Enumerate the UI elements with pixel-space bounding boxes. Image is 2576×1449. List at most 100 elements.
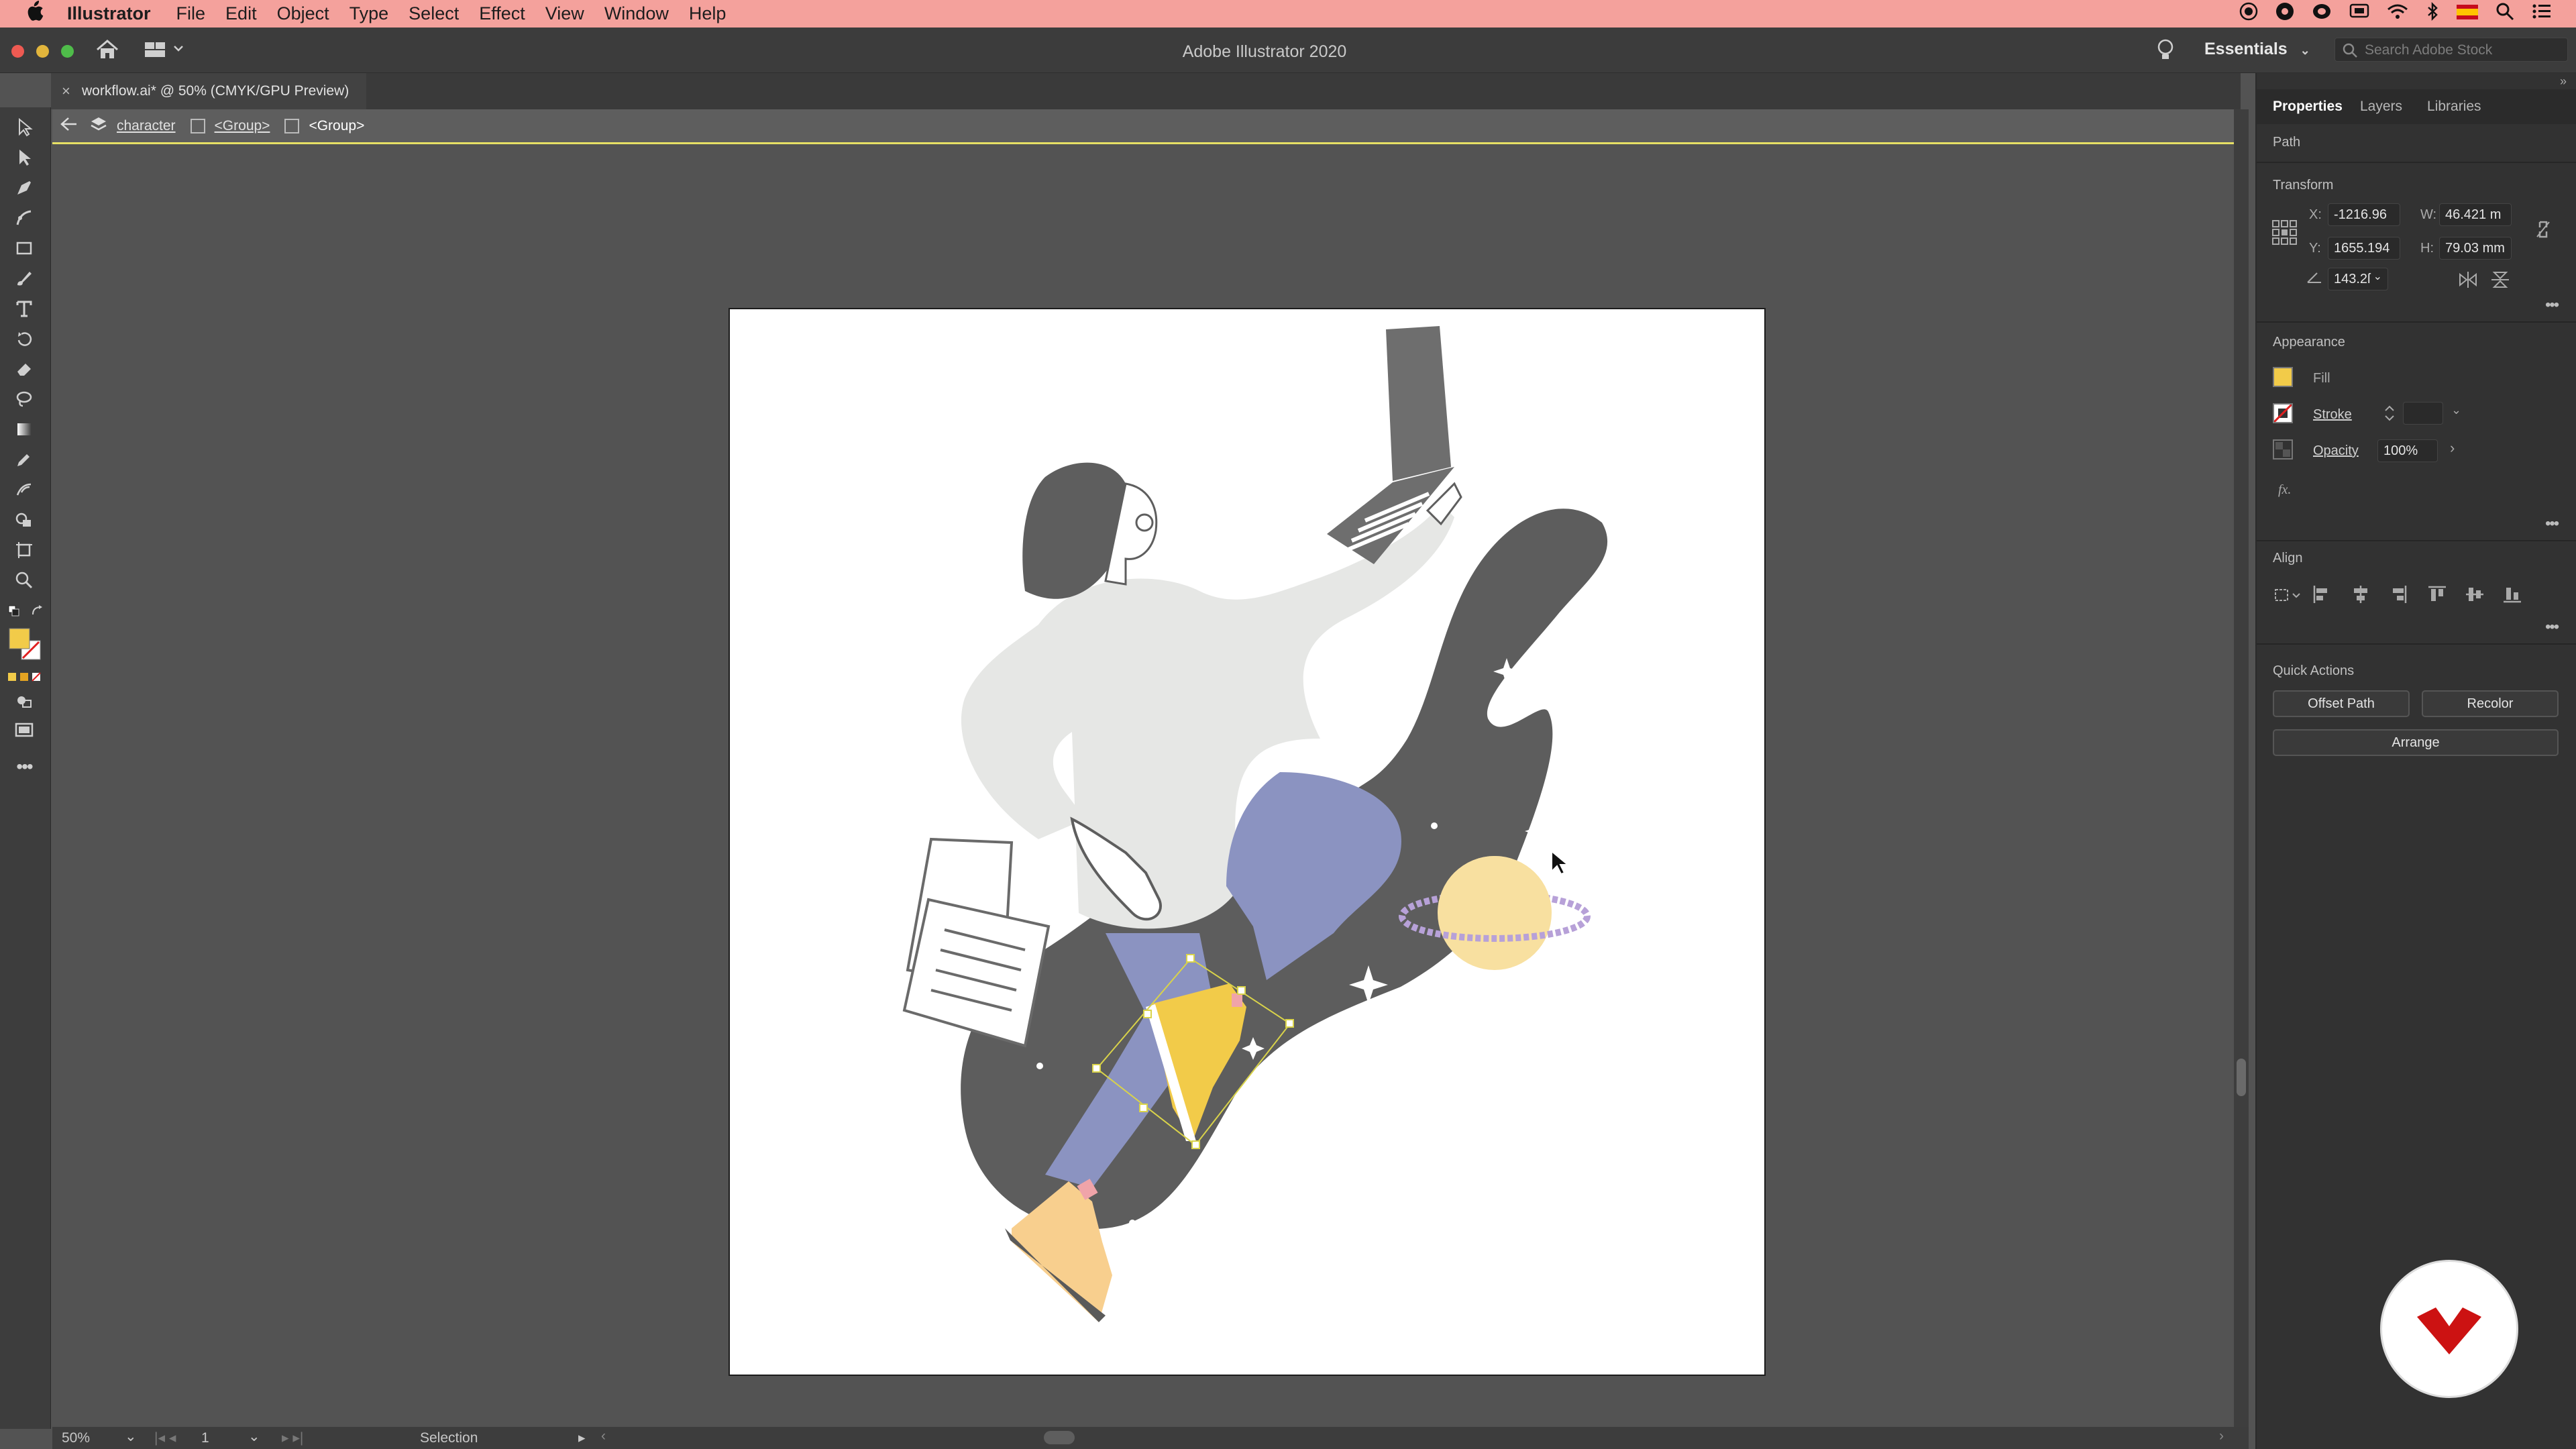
eraser-tool-icon[interactable] [12,357,36,381]
menu-type[interactable]: Type [350,3,389,24]
tab-layers[interactable]: Layers [2360,99,2402,115]
curvature-tool-icon[interactable] [12,206,36,230]
recolor-button[interactable]: Recolor [2422,690,2559,717]
paintbrush-tool-icon[interactable] [12,266,36,290]
document-tab[interactable]: × workflow.ai* @ 50% (CMYK/GPU Preview) [51,73,366,109]
lasso-tool-icon[interactable] [12,387,36,411]
apple-menu-icon[interactable] [24,1,51,27]
tab-properties[interactable]: Properties [2273,99,2343,115]
more-tools-icon[interactable]: ••• [12,755,36,779]
eyedropper-tool-icon[interactable] [12,447,36,472]
artboard-tool-icon[interactable] [12,538,36,562]
screen-share-icon[interactable] [2349,3,2369,25]
opacity-label[interactable]: Opacity [2313,443,2359,459]
direct-selection-tool-icon[interactable] [12,146,36,170]
wifi-icon[interactable] [2387,3,2408,25]
width-field[interactable]: 46.421 m [2439,203,2512,226]
status-menu-arrow-icon[interactable]: ▸ [578,1430,586,1446]
fill-stroke-swatch[interactable] [8,627,43,665]
rotation-angle-field[interactable]: 143.2ſ ⌄ [2328,268,2388,290]
stroke-label[interactable]: Stroke [2313,407,2352,423]
color-mode-buttons[interactable] [7,671,44,686]
menu-app-name[interactable]: Illustrator [67,3,151,24]
record-icon[interactable] [2239,2,2258,25]
appearance-more-options-icon[interactable]: ••• [2545,515,2559,533]
flip-vertical-icon[interactable] [2491,270,2509,292]
menu-edit[interactable]: Edit [225,3,257,24]
menu-window[interactable]: Window [604,3,669,24]
vertical-scroll-thumb[interactable] [2237,1059,2246,1096]
fill-swatch[interactable] [2273,367,2293,387]
document-canvas[interactable] [52,146,2233,1427]
artboard-number[interactable]: 1 [201,1430,209,1446]
align-bottom-icon[interactable] [2502,584,2522,608]
gradient-tool-icon[interactable] [12,417,36,441]
fx-effects-button[interactable]: fx. [2278,482,2291,498]
tab-libraries[interactable]: Libraries [2427,99,2481,115]
rotate-tool-icon[interactable] [12,327,36,351]
illustration-artwork[interactable] [730,309,1767,1377]
align-more-options-icon[interactable]: ••• [2545,618,2559,637]
breadcrumb-layer[interactable]: character [117,118,176,134]
opacity-field[interactable]: 100% [2377,439,2438,462]
menu-effect[interactable]: Effect [479,3,525,24]
artboard[interactable] [729,308,1766,1376]
vertical-scrollbar[interactable] [2234,109,2249,1427]
type-tool-icon[interactable] [12,297,36,321]
adobe-stock-search-input[interactable]: Search Adobe Stock [2334,38,2568,62]
selection-tool-icon[interactable] [12,115,36,140]
y-position-field[interactable]: 1655.194 [2328,237,2400,260]
menu-file[interactable]: File [176,3,206,24]
zoom-level[interactable]: 50% [62,1430,90,1446]
constrain-proportions-icon[interactable] [2534,219,2552,243]
horizontal-scroll-thumb[interactable] [1044,1431,1075,1444]
spotlight-search-icon[interactable] [2496,2,2514,25]
transform-more-options-icon[interactable]: ••• [2545,296,2559,315]
align-vertical-center-icon[interactable] [2465,584,2485,608]
menu-view[interactable]: View [545,3,584,24]
artboard-nav-icons[interactable]: |◂ ◂ [154,1430,176,1446]
stroke-weight-dropdown-icon[interactable]: ⌄ [2451,403,2461,417]
arrange-button[interactable]: Arrange [2273,729,2559,756]
sync-icon[interactable] [2312,2,2332,25]
menu-object[interactable]: Object [277,3,329,24]
align-to-selection-icon[interactable] [2273,584,2302,608]
swap-colors-icon[interactable] [31,605,44,621]
zoom-chevron-icon[interactable]: ⌄ [125,1428,137,1445]
workspace-switcher[interactable]: Essentials ⌄ [2204,40,2310,59]
close-tab-icon[interactable]: × [62,83,70,100]
align-horizontal-center-icon[interactable] [2351,584,2371,608]
collapse-panels-icon[interactable]: » [2560,74,2567,89]
zoom-tool-icon[interactable] [12,568,36,592]
opacity-expand-icon[interactable]: › [2450,439,2455,457]
notification-center-icon[interactable] [2532,3,2552,25]
artboard-chevron-icon[interactable]: ⌄ [248,1428,260,1445]
align-top-icon[interactable] [2427,584,2447,608]
align-left-icon[interactable] [2312,584,2332,608]
reference-point-icon[interactable] [2271,219,2298,250]
artboard-next-icons[interactable]: ▸ ▸| [282,1430,303,1446]
menu-select[interactable]: Select [409,3,459,24]
back-arrow-icon[interactable] [59,115,79,137]
align-right-icon[interactable] [2388,584,2408,608]
x-position-field[interactable]: -1216.96 [2328,203,2400,226]
height-field[interactable]: 79.03 mm [2439,237,2512,260]
blend-tool-icon[interactable] [12,478,36,502]
pen-tool-icon[interactable] [12,176,36,200]
stroke-swatch[interactable] [2273,403,2293,423]
lightbulb-icon[interactable] [2156,38,2175,66]
shape-builder-tool-icon[interactable] [12,508,36,532]
bluetooth-icon[interactable] [2426,1,2439,25]
menu-help[interactable]: Help [689,3,727,24]
draw-mode-icon[interactable] [12,690,36,714]
rectangle-tool-icon[interactable] [12,236,36,260]
creative-cloud-icon[interactable] [2275,2,2294,25]
flip-horizontal-icon[interactable] [2458,272,2478,291]
scroll-right-icon[interactable]: › [2219,1428,2224,1444]
offset-path-button[interactable]: Offset Path [2273,690,2410,717]
stroke-weight-stepper[interactable] [2383,402,2403,425]
input-flag-icon[interactable] [2457,3,2478,24]
breadcrumb-group[interactable]: <Group> [215,118,270,134]
scroll-left-icon[interactable]: ‹ [601,1428,606,1444]
screen-mode-icon[interactable] [12,718,36,742]
